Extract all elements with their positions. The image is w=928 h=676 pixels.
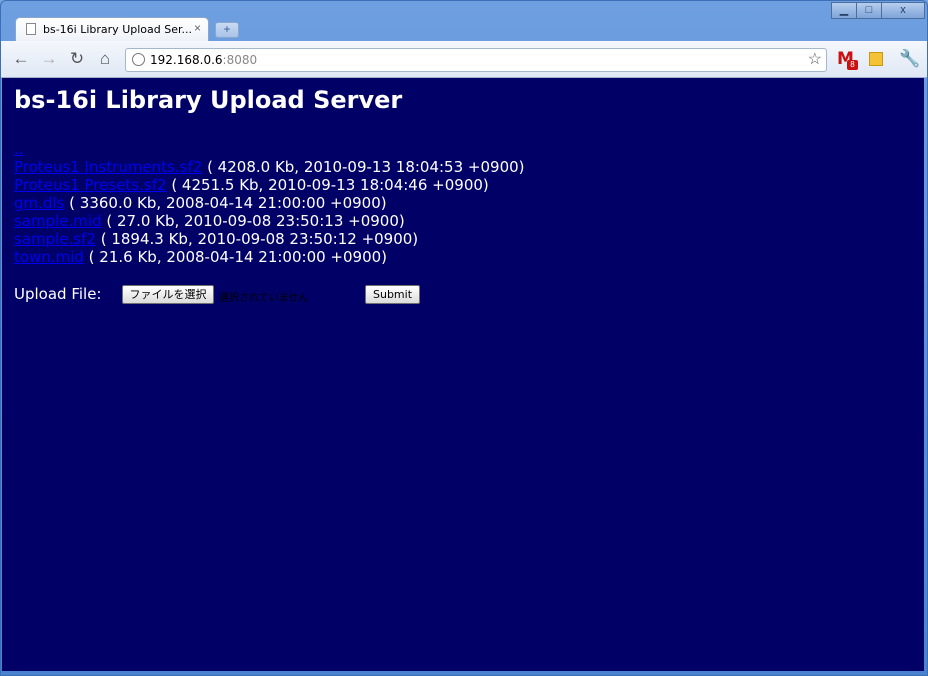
url-text: 192.168.0.6:8080 [150, 53, 257, 67]
new-tab-button[interactable]: + [215, 22, 239, 38]
parent-directory-link[interactable]: .. [14, 140, 24, 158]
minimize-button[interactable]: ▁ [831, 2, 857, 19]
list-item: Proteus1 Instruments.sf2 ( 4208.0 Kb, 20… [14, 158, 525, 176]
home-icon[interactable]: ⌂ [95, 49, 115, 69]
title-bar: bs-16i Library Upload Ser... × + ▁ □ x [1, 1, 927, 41]
file-link[interactable]: Proteus1 Presets.sf2 [14, 176, 167, 194]
file-info: ( 27.0 Kb, 2010-09-08 23:50:13 +0900) [101, 212, 405, 230]
back-arrow-icon[interactable]: ← [11, 49, 31, 69]
note-extension-icon[interactable] [869, 52, 883, 66]
list-item: .. [14, 140, 525, 158]
file-info: ( 1894.3 Kb, 2010-09-08 23:50:12 +0900) [95, 230, 419, 248]
globe-icon [132, 53, 145, 66]
file-link[interactable]: gm.dls [14, 194, 64, 212]
file-info: ( 4208.0 Kb, 2010-09-13 18:04:53 +0900) [202, 158, 525, 176]
address-bar[interactable]: 192.168.0.6:8080 ☆ [125, 48, 827, 72]
wrench-icon[interactable]: 🔧 [899, 49, 920, 69]
url-port: :8080 [222, 53, 258, 67]
file-info: ( 3360.0 Kb, 2008-04-14 21:00:00 +0900) [64, 194, 387, 212]
no-file-selected-text: 選択されていません [219, 293, 309, 304]
close-window-button[interactable]: x [881, 2, 925, 19]
file-link[interactable]: sample.sf2 [14, 230, 96, 248]
reload-icon[interactable]: ↻ [67, 49, 87, 69]
browser-window: bs-16i Library Upload Ser... × + ▁ □ x ←… [0, 0, 928, 676]
file-link[interactable]: town.mid [14, 248, 84, 266]
browser-toolbar: ← → ↻ ⌂ 192.168.0.6:8080 ☆ [1, 41, 927, 78]
list-item: gm.dls ( 3360.0 Kb, 2008-04-14 21:00:00 … [14, 194, 525, 212]
tab-active[interactable]: bs-16i Library Upload Ser... × [15, 17, 209, 41]
tab-title: bs-16i Library Upload Ser... [43, 23, 192, 36]
file-info: ( 21.6 Kb, 2008-04-14 21:00:00 +0900) [83, 248, 388, 266]
upload-label: Upload File: [14, 285, 102, 303]
file-link[interactable]: Proteus1 Instruments.sf2 [14, 158, 202, 176]
tab-close-icon[interactable]: × [194, 21, 201, 35]
list-item: town.mid ( 21.6 Kb, 2008-04-14 21:00:00 … [14, 248, 525, 266]
file-list: .. Proteus1 Instruments.sf2 ( 4208.0 Kb,… [14, 140, 525, 266]
submit-button[interactable]: Submit [365, 285, 420, 304]
gmail-extension-icon[interactable]: M 8 [837, 49, 858, 70]
list-item: Proteus1 Presets.sf2 ( 4251.5 Kb, 2010-0… [14, 176, 525, 194]
file-info: ( 4251.5 Kb, 2010-09-13 18:04:46 +0900) [166, 176, 489, 194]
page-title: bs-16i Library Upload Server [14, 86, 403, 114]
url-host: 192.168.0.6 [150, 53, 223, 67]
page-icon [26, 23, 36, 35]
list-item: sample.mid ( 27.0 Kb, 2010-09-08 23:50:1… [14, 212, 525, 230]
list-item: sample.sf2 ( 1894.3 Kb, 2010-09-08 23:50… [14, 230, 525, 248]
maximize-button[interactable]: □ [856, 2, 882, 19]
page-viewport: bs-16i Library Upload Server .. Proteus1… [2, 78, 924, 671]
file-link[interactable]: sample.mid [14, 212, 102, 230]
bookmark-star-icon[interactable]: ☆ [808, 49, 822, 69]
forward-arrow-icon[interactable]: → [39, 49, 59, 69]
choose-file-button[interactable]: ファイルを選択 [122, 285, 214, 304]
unread-count-badge: 8 [847, 60, 858, 70]
